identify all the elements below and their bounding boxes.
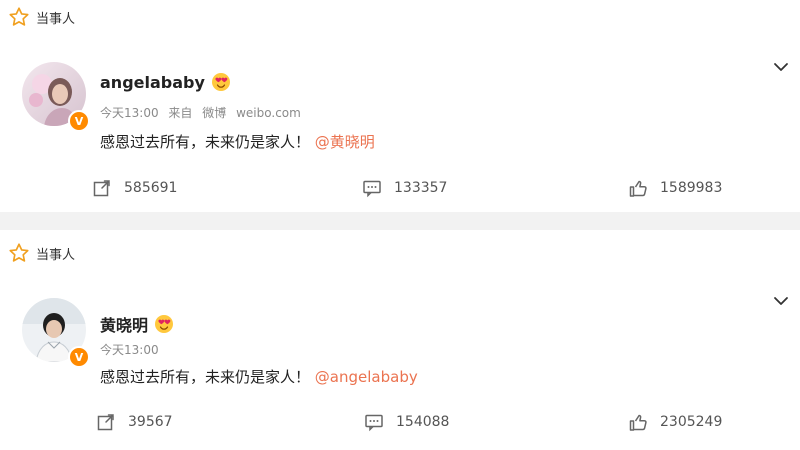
star-outline-icon xyxy=(8,242,30,264)
post-meta: 今天13:00 xyxy=(100,341,165,358)
repost-icon xyxy=(92,178,112,198)
chevron-down-icon[interactable] xyxy=(772,58,790,76)
name-row: angelababy xyxy=(100,72,231,92)
mention-link[interactable]: @angelababy xyxy=(315,368,418,386)
like-icon xyxy=(628,412,648,432)
post-time[interactable]: 今天13:00 xyxy=(100,343,159,357)
like-button[interactable]: 2305249 xyxy=(628,412,722,432)
star-outline-icon xyxy=(8,6,30,28)
name-row: 黄晓明 xyxy=(100,312,174,336)
comment-button[interactable]: 154088 xyxy=(364,412,449,432)
like-count: 2305249 xyxy=(660,414,723,430)
user-name[interactable]: angelababy xyxy=(100,73,205,92)
user-name[interactable]: 黄晓明 xyxy=(100,312,148,336)
like-button[interactable]: 1589983 xyxy=(628,178,722,198)
verified-badge: V xyxy=(68,346,90,368)
weibo-post-1: 当事人 V angelababy 今天13:00 来自 微博 weibo.com… xyxy=(0,0,800,212)
post-text: 感恩过去所有，未来仍是家人！ @黄晓明 xyxy=(100,131,375,152)
source-app-2[interactable]: weibo.com xyxy=(236,106,301,120)
repost-icon xyxy=(96,412,116,432)
post-body: 感恩过去所有，未来仍是家人！ xyxy=(100,368,311,386)
repost-button[interactable]: 39567 xyxy=(96,412,173,432)
comment-icon xyxy=(362,178,382,198)
repost-count: 585691 xyxy=(124,180,178,196)
comment-icon xyxy=(364,412,384,432)
like-icon xyxy=(628,178,648,198)
comment-button[interactable]: 133357 xyxy=(362,178,447,198)
source-prefix: 来自 xyxy=(168,106,193,120)
post-meta: 今天13:00 来自 微博 weibo.com xyxy=(100,104,307,121)
post-text: 感恩过去所有，未来仍是家人！ @angelababy xyxy=(100,366,418,387)
post-body: 感恩过去所有，未来仍是家人！ xyxy=(100,133,311,151)
comment-count: 133357 xyxy=(394,180,448,196)
repost-button[interactable]: 585691 xyxy=(92,178,177,198)
love-eyes-emoji xyxy=(211,72,231,92)
source-app-1[interactable]: 微博 xyxy=(202,106,226,120)
verified-badge: V xyxy=(68,110,90,132)
repost-count: 39567 xyxy=(128,414,173,430)
post-tag: 当事人 xyxy=(8,6,75,28)
chevron-down-icon[interactable] xyxy=(772,292,790,310)
like-count: 1589983 xyxy=(660,180,723,196)
comment-count: 154088 xyxy=(396,414,450,430)
mention-link[interactable]: @黄晓明 xyxy=(315,133,375,151)
post-tag: 当事人 xyxy=(8,242,75,264)
post-separator xyxy=(0,212,800,230)
love-eyes-emoji xyxy=(154,314,174,334)
post-tag-label: 当事人 xyxy=(36,11,76,27)
post-tag-label: 当事人 xyxy=(36,247,76,263)
weibo-post-2: 当事人 V 黄晓明 今天13:00 感恩过去所有，未来仍是家人！ @angela… xyxy=(0,230,800,450)
post-time[interactable]: 今天13:00 xyxy=(100,106,159,120)
